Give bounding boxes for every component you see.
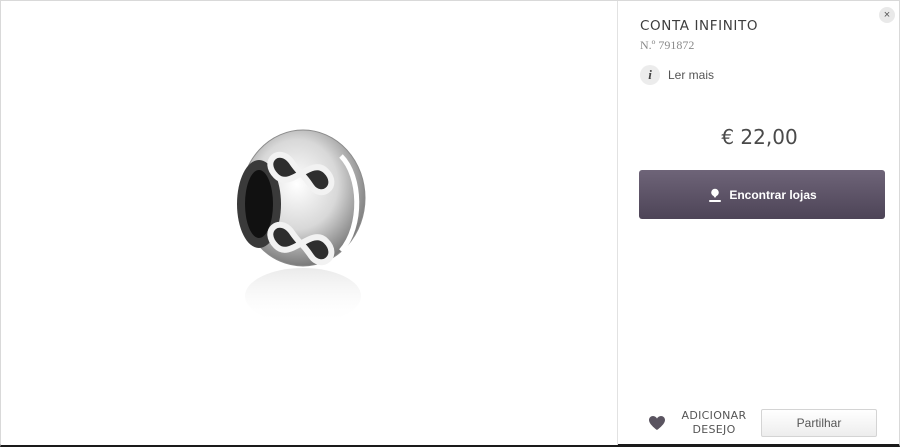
wishlist-label: ADICIONAR DESEJO — [681, 409, 747, 436]
product-sku: N.º 791872 — [640, 38, 695, 52]
share-button[interactable]: Partilhar — [761, 409, 877, 437]
product-price: € 22,00 — [721, 125, 798, 149]
map-pin-icon — [709, 188, 722, 202]
find-stores-label: Encontrar lojas — [729, 187, 817, 202]
close-icon[interactable]: × — [884, 9, 890, 21]
find-stores-button[interactable]: Encontrar lojas — [639, 170, 885, 219]
read-more-link[interactable]: i Ler mais — [640, 65, 714, 85]
product-quickview-window: × CONTA INFINITO N.º 791872 i Ler mais €… — [0, 0, 900, 447]
product-image — [237, 129, 366, 324]
close-button[interactable]: × — [879, 7, 895, 23]
product-info-pane: × CONTA INFINITO N.º 791872 i Ler mais €… — [618, 1, 900, 445]
read-more-label: Ler mais — [668, 68, 715, 82]
heart-icon — [649, 416, 665, 430]
info-icon: i — [640, 65, 660, 85]
add-to-wishlist-button[interactable]: ADICIONAR DESEJO — [648, 409, 752, 437]
product-title: CONTA INFINITO — [640, 18, 759, 34]
product-image-pane — [1, 1, 618, 445]
